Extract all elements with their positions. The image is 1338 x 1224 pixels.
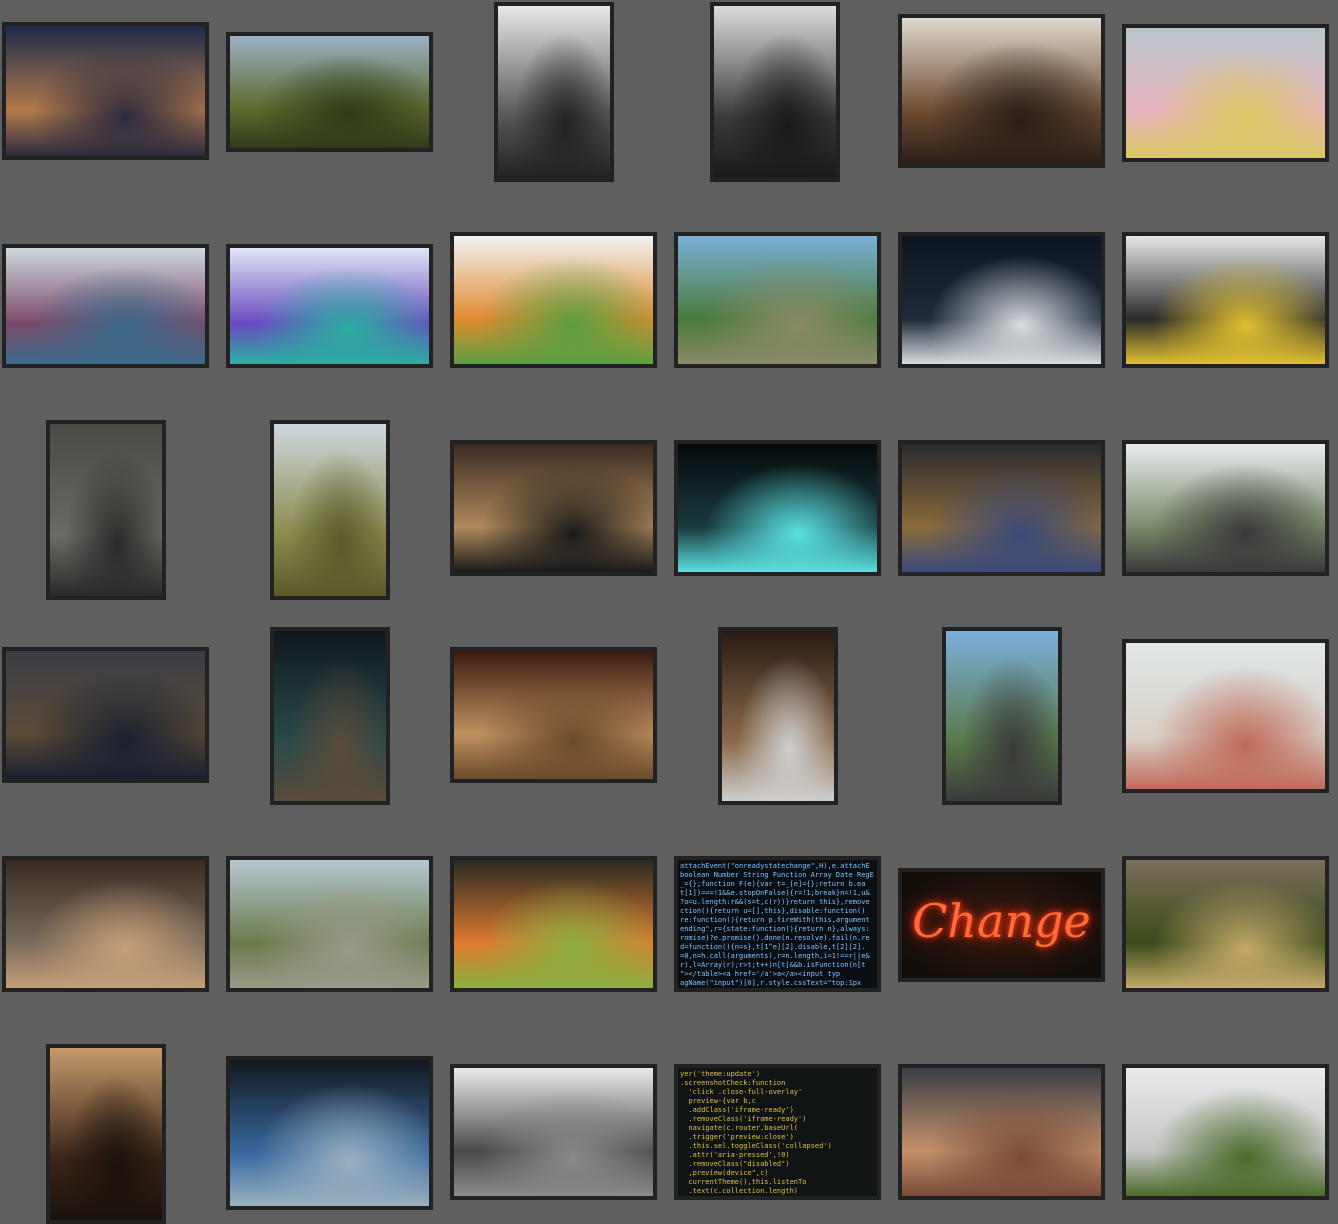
thumbnail-image bbox=[902, 1068, 1101, 1196]
thumbnail-image bbox=[6, 860, 205, 988]
gallery-thumbnail[interactable] bbox=[2, 244, 209, 368]
thumbnail-image bbox=[678, 236, 877, 364]
neon-sign-text: Change bbox=[912, 894, 1091, 948]
thumbnail-image bbox=[230, 36, 429, 148]
gallery-thumbnail[interactable] bbox=[2, 856, 209, 992]
code-text: yer('theme:update') .screenshotCheck:fun… bbox=[680, 1070, 832, 1195]
code-text: attachEvent("onreadystatechange",H),e.at… bbox=[680, 862, 874, 987]
thumbnail-image bbox=[902, 444, 1101, 572]
thumbnail-image bbox=[6, 248, 205, 364]
gallery-thumbnail[interactable]: attachEvent("onreadystatechange",H),e.at… bbox=[674, 856, 881, 992]
thumbnail-image bbox=[1126, 28, 1325, 158]
gallery-thumbnail[interactable] bbox=[450, 440, 657, 576]
thumbnail-image bbox=[50, 424, 162, 596]
gallery-thumbnail[interactable] bbox=[494, 2, 614, 182]
gallery-thumbnail[interactable] bbox=[226, 856, 433, 992]
thumbnail-image bbox=[274, 631, 386, 801]
thumbnail-image bbox=[902, 236, 1101, 364]
image-gallery: attachEvent("onreadystatechange",H),e.at… bbox=[0, 0, 1338, 1224]
thumbnail-image bbox=[902, 18, 1101, 164]
gallery-thumbnail[interactable] bbox=[270, 627, 390, 805]
gallery-thumbnail[interactable] bbox=[898, 14, 1105, 168]
thumbnail-image bbox=[678, 444, 877, 572]
thumbnail-image bbox=[454, 1068, 653, 1196]
thumbnail-image bbox=[454, 444, 653, 572]
gallery-thumbnail[interactable] bbox=[270, 420, 390, 600]
gallery-thumbnail[interactable] bbox=[46, 1044, 166, 1224]
thumbnail-image bbox=[6, 26, 205, 156]
gallery-thumbnail[interactable] bbox=[942, 627, 1062, 805]
gallery-thumbnail[interactable] bbox=[2, 22, 209, 160]
gallery-thumbnail[interactable] bbox=[1122, 856, 1329, 992]
thumbnail-image bbox=[1126, 1068, 1325, 1196]
thumbnail-image bbox=[50, 1048, 162, 1220]
gallery-thumbnail[interactable] bbox=[450, 1064, 657, 1200]
gallery-thumbnail[interactable] bbox=[226, 244, 433, 368]
thumbnail-image bbox=[274, 424, 386, 596]
gallery-thumbnail[interactable] bbox=[226, 1056, 433, 1210]
thumbnail-image bbox=[1126, 860, 1325, 988]
gallery-thumbnail[interactable]: yer('theme:update') .screenshotCheck:fun… bbox=[674, 1064, 881, 1200]
thumbnail-image bbox=[454, 651, 653, 779]
thumbnail-image bbox=[230, 860, 429, 988]
thumbnail-image bbox=[454, 236, 653, 364]
thumbnail-image bbox=[1126, 236, 1325, 364]
thumbnail-image bbox=[454, 860, 653, 988]
thumbnail-image bbox=[1126, 643, 1325, 789]
thumbnail-image bbox=[6, 651, 205, 779]
gallery-thumbnail[interactable] bbox=[898, 1064, 1105, 1200]
gallery-thumbnail[interactable] bbox=[898, 232, 1105, 368]
gallery-thumbnail[interactable] bbox=[450, 856, 657, 992]
gallery-thumbnail[interactable] bbox=[898, 440, 1105, 576]
gallery-thumbnail[interactable] bbox=[1122, 24, 1329, 162]
gallery-thumbnail[interactable] bbox=[710, 2, 840, 182]
thumbnail-image bbox=[714, 6, 836, 178]
thumbnail-image bbox=[946, 631, 1058, 801]
gallery-thumbnail[interactable] bbox=[1122, 232, 1329, 368]
thumbnail-image bbox=[230, 248, 429, 364]
gallery-thumbnail[interactable] bbox=[226, 32, 433, 152]
thumbnail-image bbox=[230, 1060, 429, 1206]
gallery-thumbnail[interactable] bbox=[674, 440, 881, 576]
gallery-thumbnail[interactable] bbox=[450, 647, 657, 783]
thumbnail-image bbox=[498, 6, 610, 178]
gallery-thumbnail[interactable] bbox=[1122, 639, 1329, 793]
gallery-thumbnail[interactable] bbox=[1122, 440, 1329, 576]
thumbnail-image bbox=[722, 631, 834, 801]
gallery-thumbnail[interactable] bbox=[450, 232, 657, 368]
gallery-thumbnail[interactable] bbox=[718, 627, 838, 805]
gallery-thumbnail[interactable] bbox=[674, 232, 881, 368]
gallery-thumbnail[interactable] bbox=[46, 420, 166, 600]
thumbnail-image bbox=[1126, 444, 1325, 572]
gallery-thumbnail[interactable] bbox=[2, 647, 209, 783]
gallery-thumbnail[interactable] bbox=[1122, 1064, 1329, 1200]
gallery-thumbnail[interactable]: Change bbox=[898, 868, 1105, 982]
